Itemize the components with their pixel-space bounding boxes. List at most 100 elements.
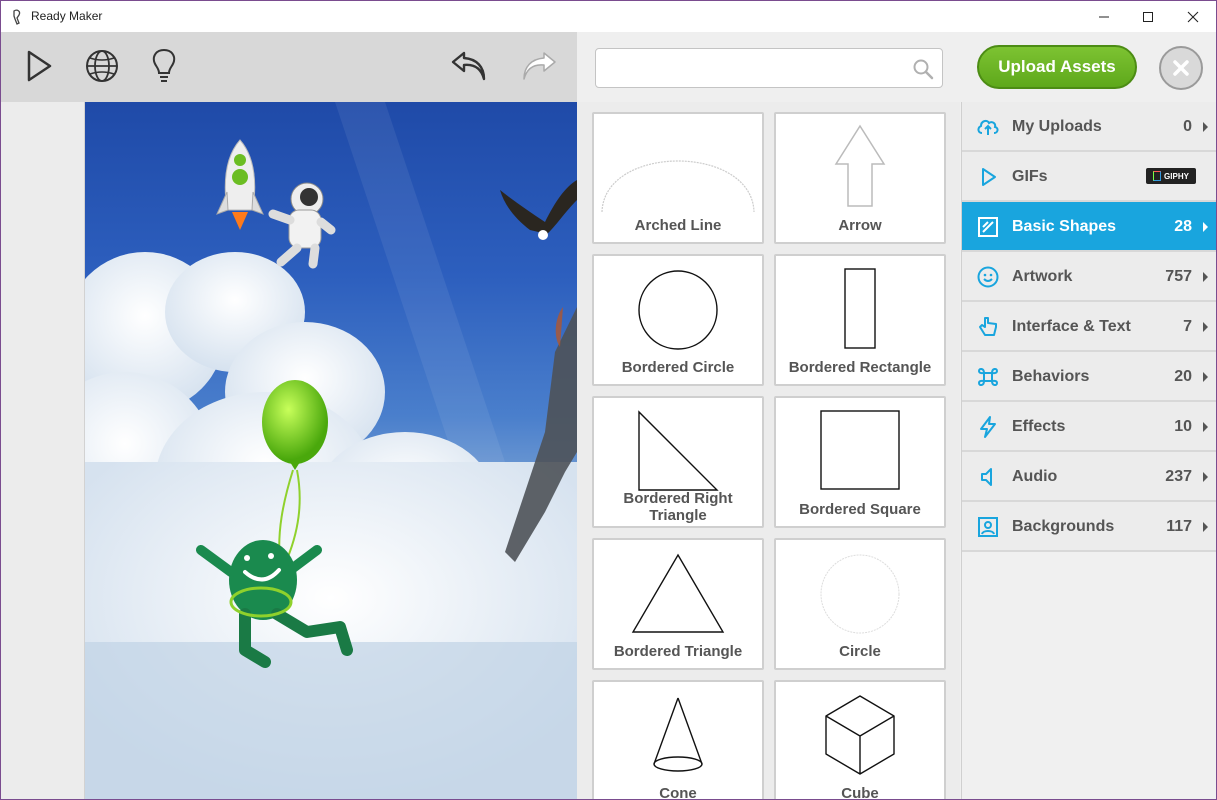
category-count: 20 xyxy=(1174,368,1192,385)
category-gifs[interactable]: GIFs GIPHY xyxy=(962,152,1216,202)
category-effects[interactable]: Effects 10 xyxy=(962,402,1216,452)
category-behaviors[interactable]: Behaviors 20 xyxy=(962,352,1216,402)
smiley-icon xyxy=(977,266,999,288)
stage-gutter xyxy=(1,102,85,799)
globe-button[interactable] xyxy=(82,46,122,86)
category-count: 10 xyxy=(1174,418,1192,435)
rocket-sprite xyxy=(216,139,264,230)
lightbulb-icon xyxy=(152,48,176,82)
hint-button[interactable] xyxy=(144,46,184,86)
upload-assets-button[interactable]: Upload Assets xyxy=(977,45,1137,89)
shape-tile-circle[interactable]: Circle xyxy=(774,538,946,670)
astronaut-sprite xyxy=(268,182,336,269)
category-label: My Uploads xyxy=(1012,118,1102,135)
shape-label: Bordered Triangle xyxy=(613,643,743,660)
category-label: GIFs xyxy=(1012,168,1048,185)
category-count: 757 xyxy=(1165,268,1192,285)
redo-icon xyxy=(523,52,556,80)
close-window-button[interactable] xyxy=(1170,1,1216,32)
eagle-sprite xyxy=(500,180,577,240)
search-box xyxy=(595,48,943,88)
search-icon[interactable] xyxy=(912,58,934,80)
chevron-right-icon xyxy=(1203,422,1208,432)
shape-tile-bordered-right-triangle[interactable]: Bordered Right Triangle xyxy=(592,396,764,528)
maximize-icon xyxy=(1143,11,1153,22)
category-list: My Uploads 0 GIFs GIPHY Basic Shapes 28 xyxy=(961,102,1216,799)
category-count: 7 xyxy=(1183,318,1192,335)
play-button[interactable] xyxy=(19,46,59,86)
shape-tile-bordered-triangle[interactable]: Bordered Triangle xyxy=(592,538,764,670)
chevron-right-icon xyxy=(1203,472,1208,482)
shape-label: Bordered Circle xyxy=(621,359,735,376)
category-label: Effects xyxy=(1012,418,1066,435)
search-input[interactable] xyxy=(604,57,904,79)
shapes-icon xyxy=(978,217,998,237)
category-label: Interface & Text xyxy=(1012,318,1131,335)
category-backgrounds[interactable]: Backgrounds 117 xyxy=(962,502,1216,552)
shape-tile-bordered-circle[interactable]: Bordered Circle xyxy=(592,254,764,386)
minimize-icon xyxy=(1099,16,1109,17)
chevron-right-icon xyxy=(1203,522,1208,532)
minimize-button[interactable] xyxy=(1081,1,1127,32)
category-count: 28 xyxy=(1174,218,1192,235)
undo-button[interactable] xyxy=(449,46,489,86)
chevron-right-icon xyxy=(1203,322,1208,332)
cone-icon xyxy=(653,697,703,772)
picture-icon xyxy=(978,517,998,537)
shape-tile-arched-line[interactable]: Arched Line xyxy=(592,112,764,244)
chevron-right-icon xyxy=(1203,222,1208,232)
category-label: Artwork xyxy=(1012,268,1073,285)
close-icon xyxy=(1187,11,1199,22)
category-count: 117 xyxy=(1166,518,1192,535)
shape-label: Bordered Square xyxy=(799,501,921,518)
shape-tile-arrow[interactable]: Arrow xyxy=(774,112,946,244)
shape-tile-bordered-rectangle[interactable]: Bordered Rectangle xyxy=(774,254,946,386)
category-label: Audio xyxy=(1012,468,1058,485)
shape-label: Arrow xyxy=(838,217,882,234)
category-my-uploads[interactable]: My Uploads 0 xyxy=(962,102,1216,152)
shape-tile-bordered-square[interactable]: Bordered Square xyxy=(774,396,946,528)
app-logo-icon xyxy=(13,9,21,25)
shape-label: Bordered Rectangle xyxy=(788,359,932,376)
maximize-button[interactable] xyxy=(1125,1,1171,32)
chevron-right-icon xyxy=(1203,372,1208,382)
lightning-icon xyxy=(980,416,996,438)
category-basic-shapes[interactable]: Basic Shapes 28 xyxy=(962,202,1216,252)
cube-icon xyxy=(825,695,895,775)
giphy-badge: GIPHY xyxy=(1146,168,1196,184)
game-stage-canvas[interactable] xyxy=(85,102,577,799)
window-title: Ready Maker xyxy=(31,9,103,23)
close-panel-button[interactable] xyxy=(1159,46,1203,90)
shape-label: Circle xyxy=(839,643,881,660)
shape-label: Cube xyxy=(841,785,879,800)
category-label: Basic Shapes xyxy=(1012,218,1117,235)
category-count: 237 xyxy=(1165,468,1192,485)
app-window: Ready Maker Upload Assets Arched Line Ar… xyxy=(0,0,1217,800)
shape-tile-cone[interactable]: Cone xyxy=(592,680,764,800)
category-interface-text[interactable]: Interface & Text 7 xyxy=(962,302,1216,352)
giphy-badge-text: GIPHY xyxy=(1164,171,1189,181)
chevron-right-icon xyxy=(1203,272,1208,282)
category-audio[interactable]: Audio 237 xyxy=(962,452,1216,502)
shape-tile-cube[interactable]: Cube xyxy=(774,680,946,800)
chevron-right-icon xyxy=(1203,122,1208,132)
category-artwork[interactable]: Artwork 757 xyxy=(962,252,1216,302)
category-label: Backgrounds xyxy=(1012,518,1115,535)
play-icon xyxy=(27,50,52,82)
play-triangle-icon xyxy=(982,168,996,186)
undo-icon xyxy=(451,51,486,81)
redo-button[interactable] xyxy=(519,46,559,86)
editor-toolbar xyxy=(1,32,577,102)
shape-label: Cone xyxy=(659,785,697,800)
shape-label: Arched Line xyxy=(634,217,722,234)
command-icon xyxy=(977,367,999,387)
shapes-grid: Arched Line Arrow Bordered Circle Border… xyxy=(577,102,960,800)
cloud-upload-icon xyxy=(977,119,999,135)
title-bar: Ready Maker xyxy=(1,1,1216,32)
hand-pointer-icon xyxy=(979,317,997,336)
asset-panel: Upload Assets Arched Line Arrow Bordered… xyxy=(577,32,1216,800)
globe-icon xyxy=(86,50,118,82)
stage-artwork xyxy=(85,102,577,799)
category-label: Behaviors xyxy=(1012,368,1090,385)
category-count: 0 xyxy=(1183,118,1192,135)
